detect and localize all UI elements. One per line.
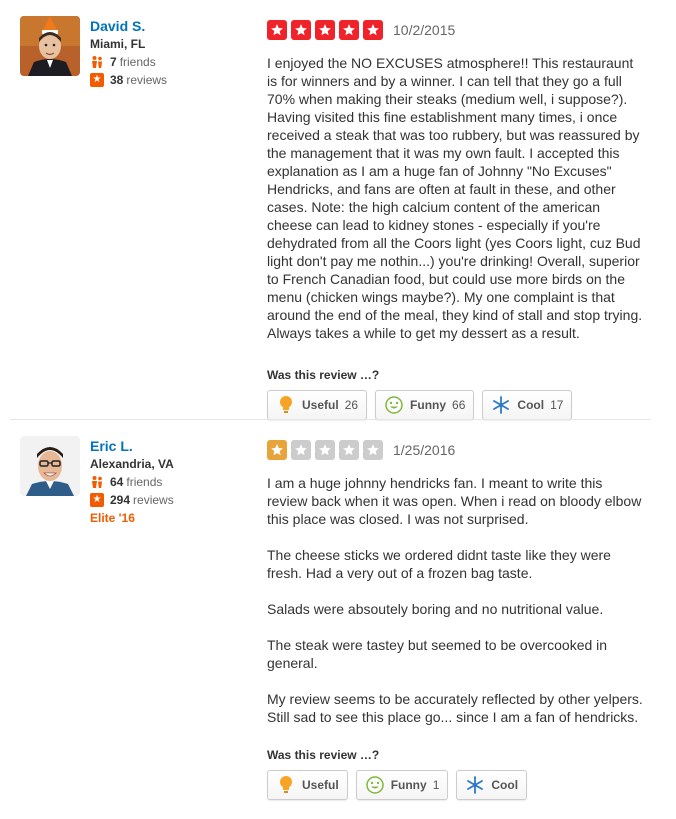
- useful-label: Useful: [302, 398, 339, 412]
- review-count: ★ 294 reviews: [90, 491, 250, 509]
- star-icon: [315, 20, 335, 40]
- funny-button[interactable]: Funny 1: [355, 770, 449, 800]
- friend-count-label: friends: [119, 55, 156, 69]
- review-count-value: 38: [110, 73, 124, 87]
- useful-button[interactable]: Useful 26: [267, 390, 368, 420]
- funny-count: 66: [452, 398, 466, 412]
- helpful-prompt: Was this review …?: [267, 748, 380, 762]
- review-count-value: 294: [110, 493, 131, 507]
- snowflake-icon: [491, 395, 511, 415]
- user-location: Miami, FL: [90, 37, 146, 51]
- review-date: 10/2/2015: [393, 22, 456, 38]
- star-icon: [267, 20, 287, 40]
- avatar[interactable]: [20, 16, 80, 76]
- funny-label: Funny: [410, 398, 447, 412]
- vote-buttons: Useful 26 Funny 66 Cool 17: [267, 390, 643, 420]
- star-icon: [315, 440, 335, 460]
- user-location: Alexandria, VA: [90, 457, 174, 471]
- useful-label: Useful: [302, 778, 339, 792]
- lightbulb-icon: [276, 775, 296, 795]
- vote-buttons: Useful Funny 1 Cool: [267, 770, 643, 800]
- review-content: 1/25/2016 I am a huge johnny hendricks f…: [267, 438, 643, 800]
- elite-badge[interactable]: Elite '16: [90, 509, 250, 527]
- cool-label: Cool: [491, 778, 519, 792]
- rating-row: 10/2/2015: [267, 18, 643, 42]
- user-name-link[interactable]: Eric L.: [90, 437, 250, 455]
- review-count: ★ 38 reviews: [90, 71, 250, 89]
- star-icon: [339, 440, 359, 460]
- star-icon: [339, 20, 359, 40]
- funny-button[interactable]: Funny 66: [375, 390, 475, 420]
- review-text: I enjoyed the NO EXCUSES atmosphere!! Th…: [267, 55, 643, 341]
- friend-count-label: friends: [126, 475, 163, 489]
- cool-button[interactable]: Cool: [456, 770, 528, 800]
- funny-count: 1: [432, 778, 440, 792]
- helpful-prompt: Was this review …?: [267, 368, 380, 382]
- smiley-icon: [365, 775, 385, 795]
- review-date: 1/25/2016: [393, 442, 456, 458]
- useful-button[interactable]: Useful: [267, 770, 348, 800]
- star-icon: [291, 440, 311, 460]
- review-item: Eric L. Alexandria, VA 64 friends ★ 294 …: [0, 420, 676, 819]
- review-star-icon: ★: [90, 73, 104, 87]
- friends-icon: [90, 475, 104, 489]
- useful-count: 26: [344, 398, 359, 412]
- cool-count: 17: [550, 398, 564, 412]
- funny-label: Funny: [390, 778, 427, 792]
- review-count-label: reviews: [126, 73, 168, 87]
- review-item: David S. Miami, FL 7 friends ★ 38 review…: [0, 0, 676, 420]
- lightbulb-icon: [276, 395, 296, 415]
- rating-row: 1/25/2016: [267, 438, 643, 462]
- review-count-label: reviews: [133, 493, 174, 507]
- star-icon: [363, 20, 383, 40]
- snowflake-icon: [465, 775, 485, 795]
- avatar[interactable]: [20, 436, 80, 496]
- star-rating: [267, 440, 387, 460]
- star-rating: [267, 20, 387, 40]
- smiley-icon: [384, 395, 404, 415]
- friend-count: 7 friends: [90, 53, 250, 71]
- review-text: I am a huge johnny hendricks fan. I mean…: [267, 475, 643, 725]
- friends-icon: [90, 55, 104, 69]
- friend-count: 64 friends: [90, 473, 250, 491]
- cool-button[interactable]: Cool 17: [482, 390, 573, 420]
- friend-count-value: 64: [110, 475, 124, 489]
- review-content: 10/2/2015 I enjoyed the NO EXCUSES atmos…: [267, 18, 643, 420]
- cool-label: Cool: [517, 398, 545, 412]
- star-icon: [291, 20, 311, 40]
- review-star-icon: ★: [90, 493, 104, 507]
- star-icon: [267, 440, 287, 460]
- star-icon: [363, 440, 383, 460]
- friend-count-value: 7: [110, 55, 117, 69]
- user-name-link[interactable]: David S.: [90, 17, 250, 35]
